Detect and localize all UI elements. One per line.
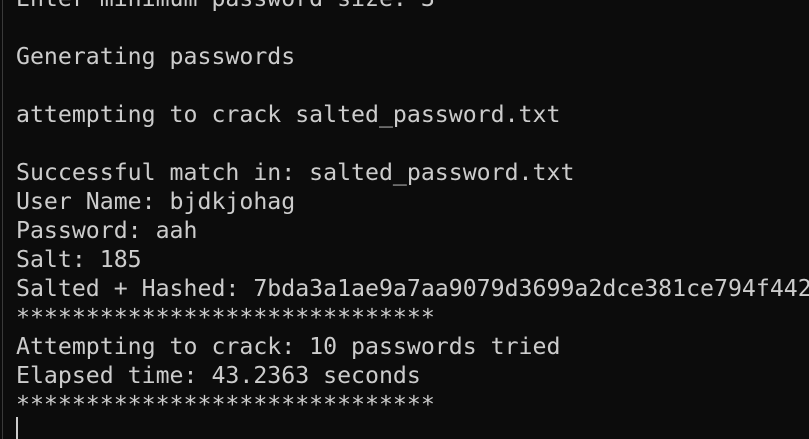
salt-line: Salt: 185 [16, 246, 142, 273]
elapsed-time-line: Elapsed time: 43.2363 seconds [16, 362, 421, 389]
password-line: Password: aah [16, 217, 198, 244]
separator-line: ****************************** [16, 304, 435, 331]
generating-status: Generating passwords [16, 43, 296, 70]
username-line: User Name: bjdkjohag [16, 188, 296, 215]
prompt-min-size: Enter minimum password size: 3 [16, 0, 809, 13]
separator-line: ****************************** [16, 391, 435, 418]
text-cursor [16, 417, 18, 439]
terminal-output[interactable]: Enter minimum password size: 3 Generating… [16, 0, 809, 419]
hash-line: Salted + Hashed: 7bda3a1ae9a7aa9079d3699… [16, 275, 809, 302]
attempting-status: attempting to crack salted_password.txt [16, 101, 561, 128]
window-border [2, 0, 3, 439]
match-line: Successful match in: salted_password.txt [16, 159, 575, 186]
tries-line: Attempting to crack: 10 passwords tried [16, 333, 561, 360]
